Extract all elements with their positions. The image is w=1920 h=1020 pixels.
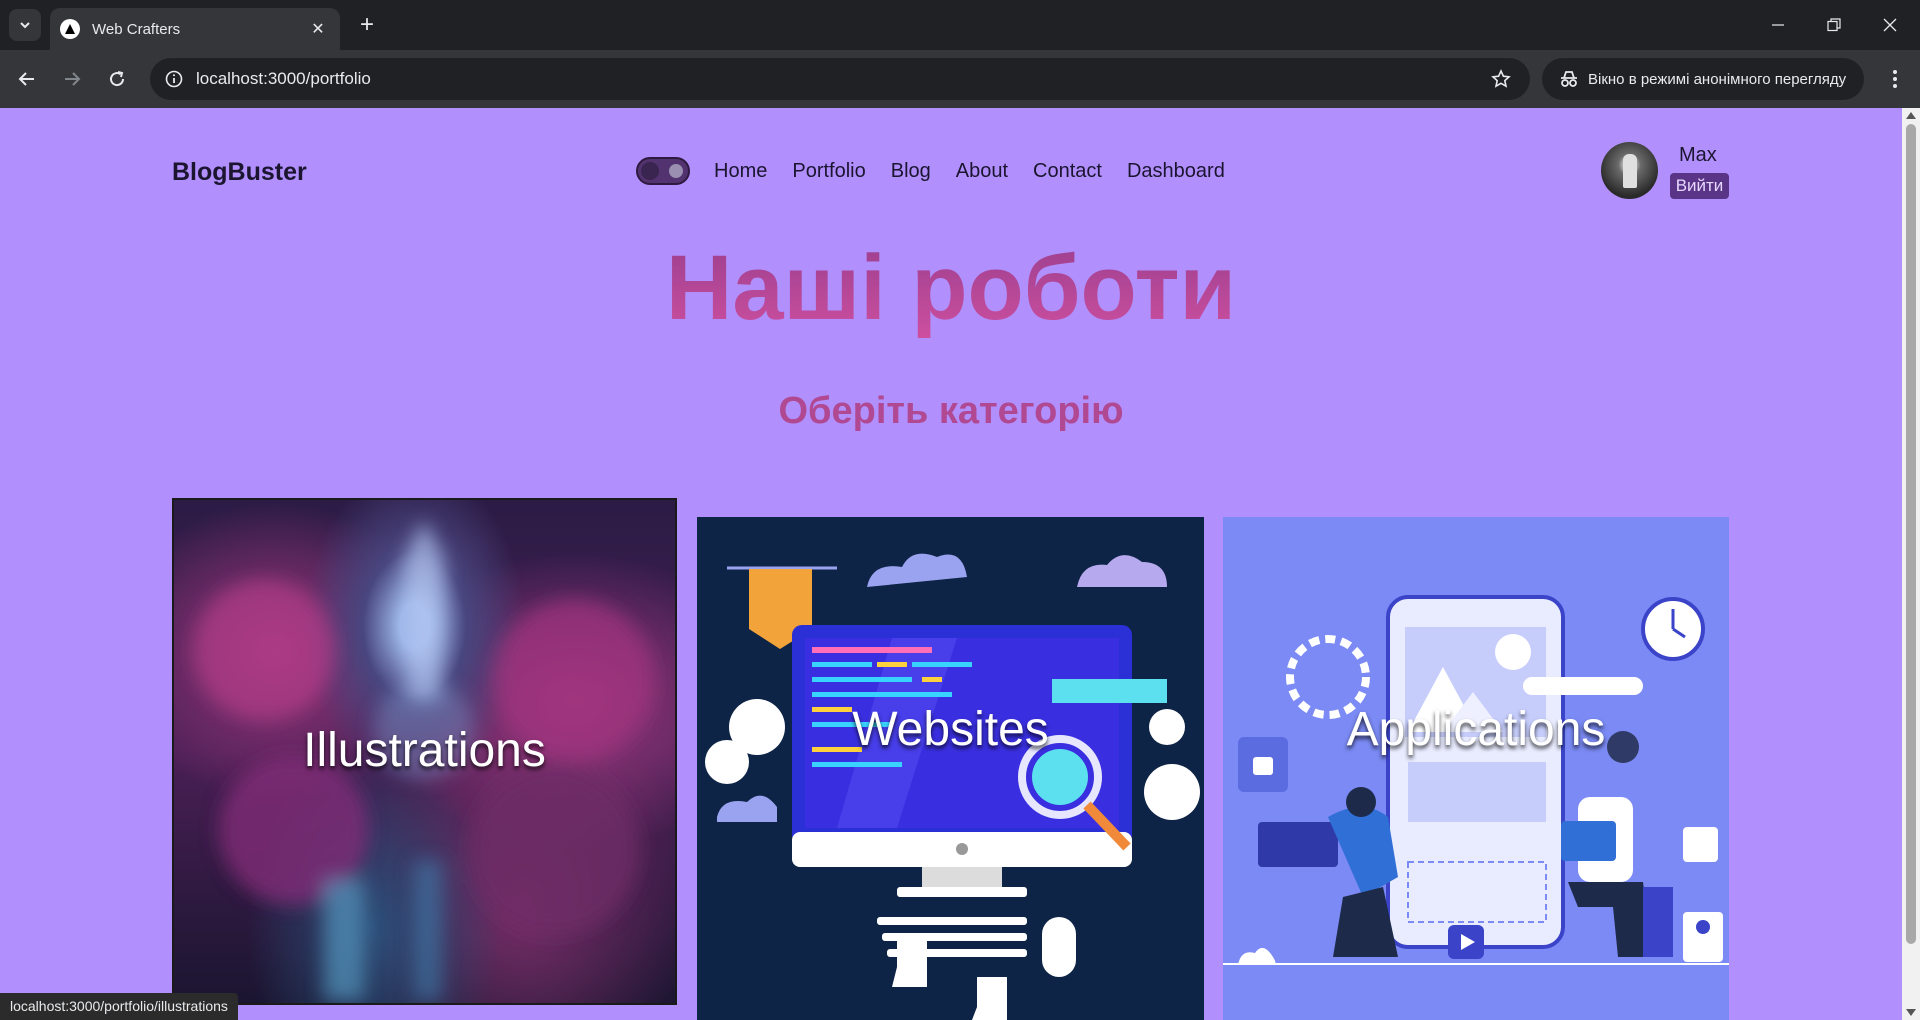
forward-button[interactable] <box>55 62 89 96</box>
page-title: Наші роботи <box>0 238 1902 338</box>
forward-arrow-icon <box>65 72 81 86</box>
incognito-indicator[interactable]: Вікно в режимі анонімного перегляду <box>1542 58 1864 100</box>
bookmark-star-icon[interactable] <box>1488 66 1514 92</box>
moon-icon <box>669 164 683 178</box>
site-info-icon[interactable] <box>162 67 186 91</box>
incognito-label: Вікно в режимі анонімного перегляду <box>1588 70 1847 88</box>
tab-search-button[interactable] <box>9 9 41 41</box>
avatar[interactable] <box>1601 142 1658 199</box>
more-vert-icon <box>1893 70 1897 88</box>
restore-icon <box>1827 18 1841 32</box>
close-icon <box>1883 18 1897 32</box>
nav-about[interactable]: About <box>956 160 1008 183</box>
minimize-icon <box>1772 24 1784 26</box>
scroll-down-icon[interactable] <box>1906 1009 1916 1016</box>
category-label-applications: Applications <box>1346 703 1606 756</box>
reload-icon <box>110 71 125 87</box>
category-card-illustrations[interactable]: Illustrations <box>172 498 677 1005</box>
nav-blog[interactable]: Blog <box>891 160 931 183</box>
new-tab-button[interactable]: + <box>352 10 382 40</box>
chevron-down-icon <box>20 22 30 29</box>
nav-dashboard[interactable]: Dashboard <box>1127 160 1225 183</box>
address-bar[interactable]: localhost:3000/portfolio <box>150 58 1530 100</box>
close-tab-icon[interactable]: ✕ <box>304 19 332 39</box>
back-button[interactable] <box>10 62 44 96</box>
close-window-button[interactable] <box>1862 0 1918 50</box>
reload-button[interactable] <box>100 62 134 96</box>
tab-bar: Web Crafters ✕ + <box>0 0 1920 50</box>
scroll-up-icon[interactable] <box>1906 112 1916 119</box>
back-arrow-icon <box>18 72 34 86</box>
main-nav: Home Portfolio Blog About Contact Dashbo… <box>714 160 1225 183</box>
logout-button[interactable]: Вийти <box>1670 173 1729 199</box>
incognito-icon <box>1561 71 1577 87</box>
site-logo[interactable]: BlogBuster <box>172 158 307 187</box>
category-label-websites: Websites <box>852 703 1049 756</box>
category-card-applications[interactable]: Applications <box>1223 517 1729 1020</box>
toggle-knob <box>641 162 659 180</box>
link-status-bubble: localhost:3000/portfolio/illustrations <box>0 993 238 1020</box>
category-card-websites[interactable]: Websites <box>697 517 1204 1020</box>
nav-portfolio[interactable]: Portfolio <box>792 160 865 183</box>
minimize-button[interactable] <box>1750 0 1806 50</box>
nav-contact[interactable]: Contact <box>1033 160 1102 183</box>
websites-image <box>705 553 1200 1020</box>
applications-image <box>1223 595 1729 965</box>
restore-button[interactable] <box>1806 0 1862 50</box>
browser-toolbar: localhost:3000/portfolio Вікно в режимі … <box>0 50 1920 108</box>
category-label-illustrations: Illustrations <box>303 724 546 777</box>
url-text: localhost:3000/portfolio <box>196 69 371 88</box>
page-viewport: BlogBuster Home Portfolio Blog About Con… <box>0 108 1902 1020</box>
tab-title: Web Crafters <box>92 20 181 38</box>
theme-toggle[interactable] <box>636 157 690 185</box>
page-subtitle: Оберіть категорію <box>778 390 1124 432</box>
nav-home[interactable]: Home <box>714 160 767 183</box>
browser-tab[interactable]: Web Crafters ✕ <box>50 8 340 50</box>
avatar-figure <box>1623 154 1637 188</box>
favicon-icon <box>60 19 80 39</box>
page-scrollbar[interactable] <box>1902 108 1920 1020</box>
browser-menu-button[interactable] <box>1880 64 1910 94</box>
user-name: Max <box>1679 144 1717 166</box>
scrollbar-thumb[interactable] <box>1906 124 1916 944</box>
